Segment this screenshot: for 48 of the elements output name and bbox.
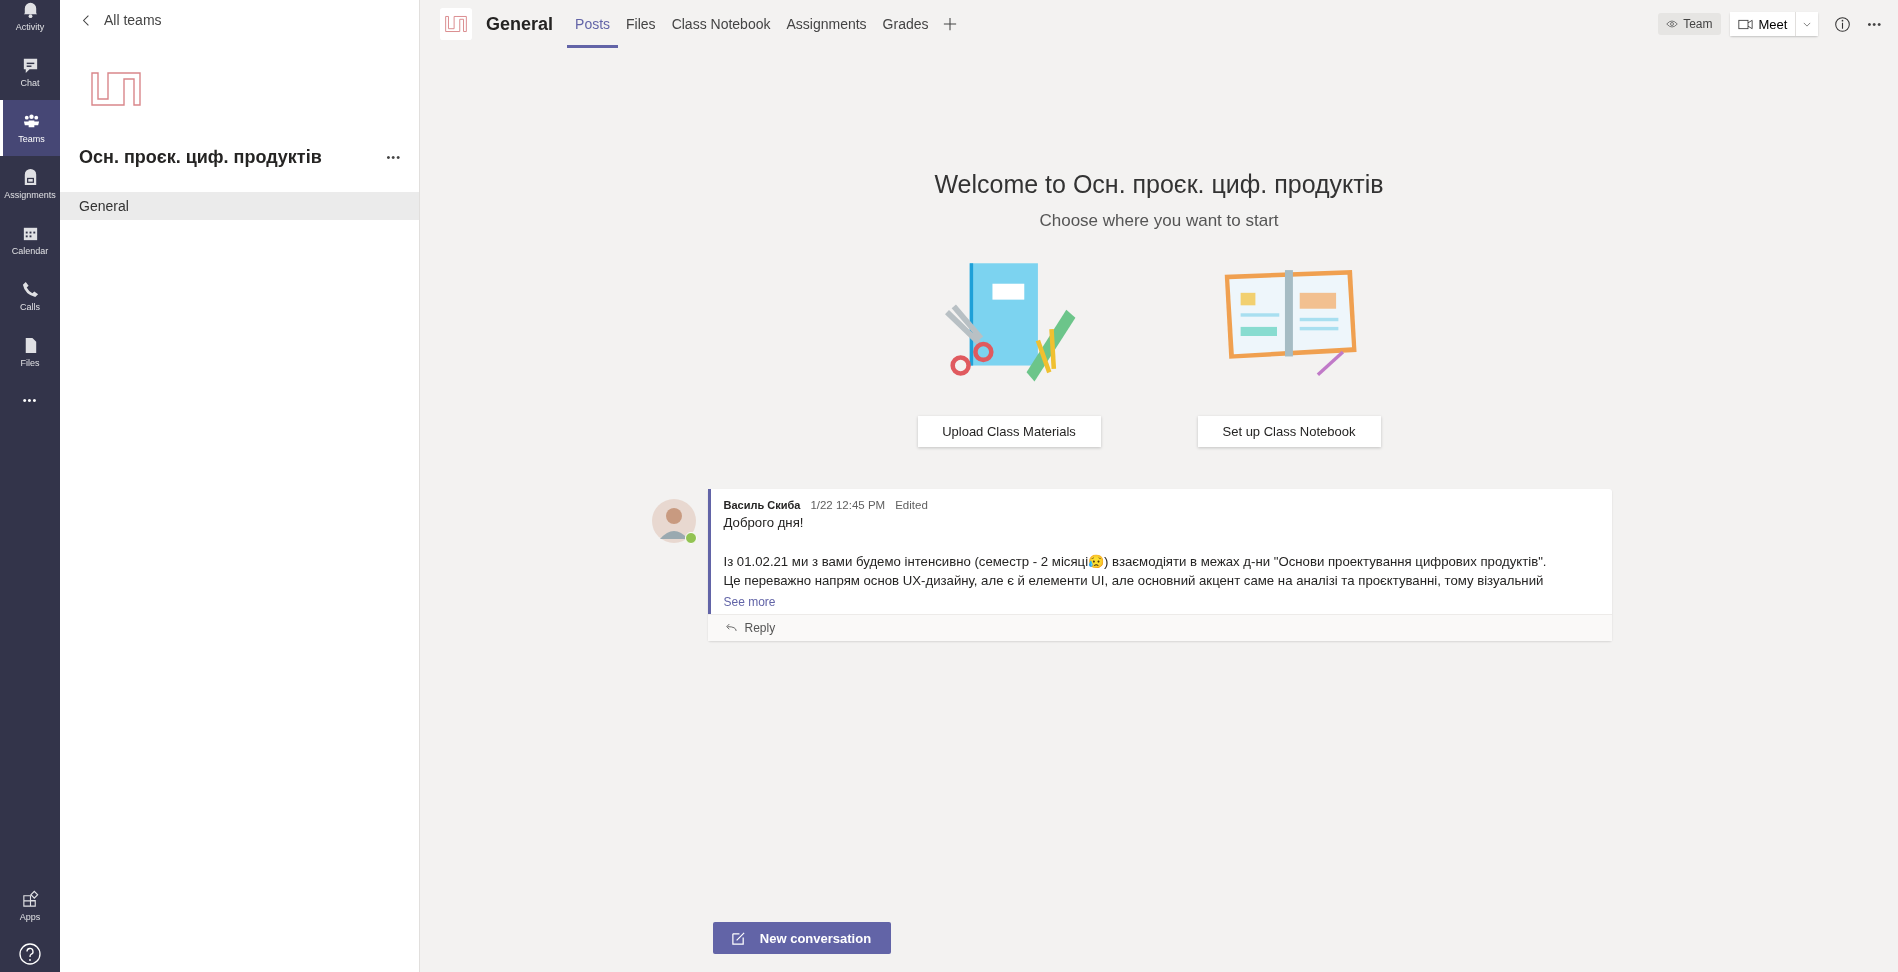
message-text: Із 01.02.21 ми з вами будемо інтенсивно (семестр - 2 місяці😥) взаємодіяти в межах д-ни "Основи проектування цифрових продуктів". [723, 552, 1548, 571]
app-bar-item[interactable]: Calls [0, 268, 60, 324]
chevron-down-icon [1803, 21, 1812, 27]
app-bar-item[interactable]: Chat [0, 44, 60, 100]
team-name: Осн. проєк. циф. продуктів [79, 146, 322, 168]
info-icon[interactable] [1834, 15, 1852, 33]
help-icon[interactable] [18, 942, 42, 966]
app-bar-item[interactable]: Files [0, 324, 60, 380]
video-camera-icon [1737, 18, 1753, 30]
see-more-link[interactable]: See more [723, 594, 776, 609]
tab[interactable]: Class Notebook [663, 0, 779, 48]
apps-icon [20, 890, 40, 909]
compose-icon [730, 930, 746, 946]
welcome-subtitle: Choose where you want to start [1039, 211, 1279, 231]
welcome-title: Welcome to Осн. проєк. циф. продуктів [934, 170, 1384, 199]
meet-button[interactable]: Meet [1729, 12, 1797, 36]
apps-button[interactable]: Apps [0, 890, 60, 934]
channel-item[interactable]: General [60, 192, 419, 220]
more-options-button[interactable]: ••• [1865, 16, 1884, 32]
tab[interactable]: Assignments [778, 0, 875, 48]
more-options-button[interactable]: ••• [384, 149, 403, 165]
author-name: Василь Скиба [723, 499, 801, 511]
eye-icon [1666, 19, 1679, 29]
tab[interactable]: Grades [874, 0, 937, 48]
phone-icon [20, 280, 40, 299]
team-button[interactable]: Team [1658, 13, 1721, 35]
app-bar-item[interactable]: Assignments [0, 156, 60, 212]
action-button[interactable]: Upload Class Materials [917, 416, 1101, 447]
add-tab-icon[interactable] [942, 17, 957, 31]
app-bar-item[interactable]: Activity [0, 0, 60, 44]
team-logo-icon [440, 8, 472, 40]
avatar [651, 499, 696, 543]
action-button[interactable]: Set up Class Notebook [1197, 416, 1381, 447]
more-apps-button[interactable]: ••• [18, 390, 42, 410]
timestamp: 1/22 12:45 PM [810, 499, 886, 511]
back-icon [82, 13, 90, 27]
app-bar-item[interactable]: Calendar [0, 212, 60, 268]
all-teams-link[interactable]: All teams [60, 0, 162, 28]
app-bar-item[interactable]: Teams [0, 100, 60, 156]
edited-label: Edited [895, 499, 928, 511]
reply-arrow-icon [724, 623, 737, 632]
reply-button[interactable]: Reply [707, 613, 1612, 641]
message-text: Це переважно напрям основ UX-дизайну, але є й елементи UI, але основний акцент саме на аналізі та проєктуванні, тому візуальний [723, 572, 1545, 590]
channel-title: General [486, 13, 554, 35]
message-text: Доброго дня! [723, 514, 805, 532]
tab[interactable]: Files [618, 0, 664, 48]
tab[interactable]: Posts [567, 0, 619, 48]
new-conversation-button[interactable]: New conversation [712, 922, 892, 954]
